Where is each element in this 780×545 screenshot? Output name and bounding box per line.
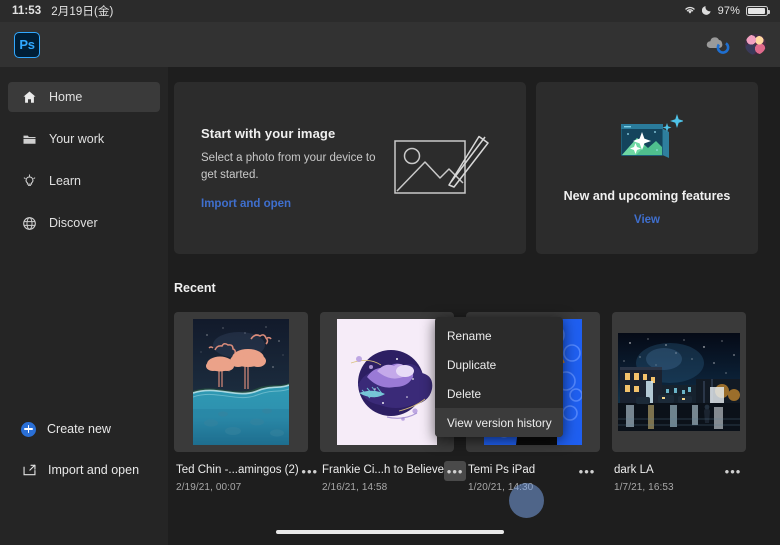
start-card-title: Start with your image <box>201 126 379 141</box>
recent-thumbnail[interactable] <box>320 312 454 452</box>
sidebar-bottom-actions: Create new Import and open <box>0 415 168 497</box>
battery-percent: 97% <box>718 5 740 17</box>
import-and-open-button[interactable]: Import and open <box>0 456 168 484</box>
recent-item-date: 1/7/21, 16:53 <box>614 482 674 493</box>
import-icon <box>21 462 37 478</box>
recent-item[interactable]: Ted Chin -...amingos (2) 2/19/21, 00:07 … <box>174 312 308 493</box>
recent-thumbnail[interactable] <box>174 312 308 452</box>
create-new-button[interactable]: Create new <box>0 415 168 443</box>
wifi-icon <box>683 4 697 18</box>
plus-circle-icon <box>21 422 36 437</box>
status-date: 2月19日(金) <box>51 3 113 19</box>
sidebar-label-your-work: Your work <box>49 132 104 146</box>
recent-item-meta: Temi Ps iPad 1/20/21, 14:30 ••• <box>466 452 600 493</box>
sidebar-item-learn[interactable]: Learn <box>8 166 160 196</box>
start-card-text: Start with your image Select a photo fro… <box>201 126 379 209</box>
globe-icon <box>21 215 37 231</box>
recent-item-meta: Frankie Ci...h to Believe 2/16/21, 14:58… <box>320 452 454 493</box>
recent-item-overflow-button[interactable]: ••• <box>722 461 744 481</box>
sidebar-item-discover[interactable]: Discover <box>8 208 160 238</box>
recent-item-name: dark LA <box>614 463 674 477</box>
sparkle-window-illustration <box>611 110 683 175</box>
recent-item[interactable]: Frankie Ci...h to Believe 2/16/21, 14:58… <box>320 312 454 493</box>
lightbulb-icon <box>21 173 37 189</box>
context-menu-item-rename[interactable]: Rename <box>435 321 563 350</box>
user-avatar[interactable] <box>745 34 766 55</box>
new-features-card[interactable]: New and upcoming features View <box>536 82 758 254</box>
folder-icon <box>21 131 37 147</box>
status-time: 11:53 <box>12 5 41 17</box>
photoshop-ipad-home-screen: 11:53 2月19日(金) 97% Ps <box>0 0 780 545</box>
create-new-label: Create new <box>47 422 111 436</box>
cloud-sync-icon[interactable] <box>703 33 733 57</box>
sidebar-label-home: Home <box>49 90 82 104</box>
moon-icon <box>702 4 713 18</box>
photoshop-logo[interactable]: Ps <box>14 32 40 58</box>
recent-item-text: dark LA 1/7/21, 16:53 <box>614 463 674 493</box>
battery-icon <box>746 6 768 17</box>
recent-item-text: Temi Ps iPad 1/20/21, 14:30 <box>468 463 535 493</box>
recent-item-name: Temi Ps iPad <box>468 463 535 477</box>
context-menu-item-view-version-history[interactable]: View version history <box>435 408 563 437</box>
status-bar-right: 97% <box>683 4 768 18</box>
recent-item-text: Frankie Ci...h to Believe 2/16/21, 14:58 <box>322 463 444 493</box>
sidebar-item-your-work[interactable]: Your work <box>8 124 160 154</box>
main-content: Start with your image Select a photo fro… <box>168 67 780 545</box>
start-with-your-image-card[interactable]: Start with your image Select a photo fro… <box>174 82 526 254</box>
context-menu[interactable]: Rename Duplicate Delete View version his… <box>435 317 563 437</box>
sidebar-item-home[interactable]: Home <box>8 82 160 112</box>
context-menu-item-duplicate[interactable]: Duplicate <box>435 350 563 379</box>
recent-thumbnail[interactable] <box>612 312 746 452</box>
sidebar: Home Your work Learn <box>0 67 168 545</box>
recent-item-date: 2/19/21, 00:07 <box>176 482 299 493</box>
recent-item-meta: Ted Chin -...amingos (2) 2/19/21, 00:07 … <box>174 452 308 493</box>
recent-item-overflow-button[interactable]: ••• <box>299 461 321 481</box>
start-card-description: Select a photo from your device to get s… <box>201 150 379 183</box>
night-city-artwork <box>618 333 740 431</box>
recent-item-name: Frankie Ci...h to Believe <box>322 463 444 477</box>
start-card-import-link[interactable]: Import and open <box>201 198 379 210</box>
sidebar-label-discover: Discover <box>49 216 98 230</box>
import-and-open-label: Import and open <box>48 463 139 477</box>
features-card-title: New and upcoming features <box>564 189 731 203</box>
recent-item-date: 2/16/21, 14:58 <box>322 482 444 493</box>
features-card-view-link[interactable]: View <box>634 214 660 226</box>
app-header-actions <box>703 33 766 57</box>
recent-item-date: 1/20/21, 14:30 <box>468 482 535 493</box>
status-bar-left: 11:53 2月19日(金) <box>12 3 113 19</box>
home-icon <box>21 89 37 105</box>
flamingo-cloud-artwork <box>193 319 289 445</box>
app-header: Ps <box>0 22 780 67</box>
home-indicator[interactable] <box>276 530 504 534</box>
recent-item-name: Ted Chin -...amingos (2) <box>176 463 299 477</box>
recent-item-overflow-button[interactable]: ••• <box>444 461 466 481</box>
ios-status-bar: 11:53 2月19日(金) 97% <box>0 0 780 22</box>
recent-item-meta: dark LA 1/7/21, 16:53 ••• <box>612 452 746 493</box>
purple-abstract-artwork <box>337 319 437 445</box>
recent-item-overflow-button[interactable]: ••• <box>576 461 598 481</box>
recent-heading: Recent <box>168 254 780 295</box>
photo-frame-pen-illustration <box>393 135 489 202</box>
promo-cards-row: Start with your image Select a photo fro… <box>168 67 780 254</box>
context-menu-item-delete[interactable]: Delete <box>435 379 563 408</box>
recent-item[interactable]: dark LA 1/7/21, 16:53 ••• <box>612 312 746 493</box>
sidebar-label-learn: Learn <box>49 174 81 188</box>
recent-item-text: Ted Chin -...amingos (2) 2/19/21, 00:07 <box>176 463 299 493</box>
